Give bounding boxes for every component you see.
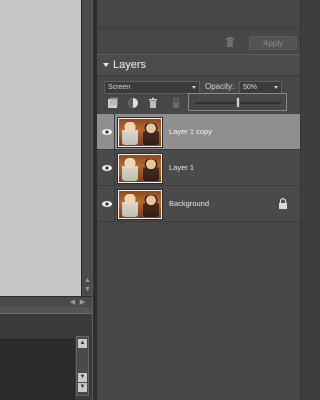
blend-mode-value: Screen — [108, 84, 131, 91]
eye-icon[interactable] — [101, 199, 113, 209]
project-bin-scrollbar[interactable]: ▲ ▼ ▼ — [76, 336, 89, 396]
trash-icon[interactable] — [224, 36, 236, 48]
scroll-down-arrow-icon[interactable]: ▼ — [83, 285, 92, 294]
opacity-slider[interactable] — [188, 93, 287, 111]
lock-icon — [279, 198, 287, 209]
divider — [97, 27, 305, 28]
delete-layer-icon[interactable] — [147, 97, 159, 109]
scroll-right-arrow-icon[interactable]: ▶ — [78, 298, 87, 307]
layers-panel-header[interactable]: Layers — [97, 54, 305, 76]
layer-list-empty-area — [97, 225, 305, 400]
scroll-up-arrow-icon[interactable]: ▲ — [83, 276, 92, 285]
collapse-triangle-icon[interactable] — [103, 63, 109, 67]
layer-thumbnail[interactable] — [117, 189, 163, 220]
layer-name[interactable]: Background — [169, 199, 209, 208]
eye-icon[interactable] — [101, 163, 113, 173]
project-bin-content — [0, 339, 75, 400]
divider — [114, 186, 115, 222]
chevron-down-icon — [274, 86, 278, 89]
divider — [114, 150, 115, 186]
scroll-left-arrow-icon[interactable]: ◀ — [68, 298, 77, 307]
bin-scroll-down-icon[interactable]: ▼ — [78, 373, 87, 382]
adjustment-layer-icon[interactable] — [127, 97, 139, 109]
divider — [114, 114, 115, 150]
canvas-horizontal-scrollbar[interactable]: ◀ ▶ — [0, 296, 92, 307]
opacity-label: Opacity: — [205, 82, 235, 91]
document-canvas[interactable] — [0, 0, 81, 296]
lock-transparency-icon[interactable] — [170, 97, 182, 109]
layer-row[interactable]: Layer 1 — [97, 150, 305, 186]
new-layer-icon[interactable] — [107, 97, 119, 109]
opacity-value: 50% — [243, 84, 258, 91]
layer-thumbnail[interactable] — [117, 117, 163, 148]
canvas-vertical-scrollbar[interactable]: ▲ ▼ — [81, 0, 92, 296]
layer-row[interactable]: Background — [97, 186, 305, 222]
panel-scrollbar[interactable] — [300, 0, 305, 400]
apply-button[interactable]: Apply — [249, 36, 297, 50]
blend-mode-select[interactable]: Screen — [104, 81, 200, 94]
layer-name[interactable]: Layer 1 copy — [169, 127, 212, 136]
bin-scroll-end-icon[interactable]: ▼ — [78, 383, 87, 392]
effects-panel-footer: Apply — [97, 0, 305, 52]
eye-icon[interactable] — [101, 127, 113, 137]
panel-bin: Apply Layers Screen Opacity: 50% Layer 1… — [97, 0, 305, 400]
layer-thumbnail[interactable] — [117, 153, 163, 184]
layer-row[interactable]: Layer 1 copy — [97, 114, 305, 150]
layer-name[interactable]: Layer 1 — [169, 163, 194, 172]
layer-list: Layer 1 copy Layer 1 Background — [97, 114, 305, 222]
chevron-down-icon — [192, 86, 196, 89]
layers-panel-title: Layers — [113, 59, 147, 71]
bin-scroll-up-icon[interactable]: ▲ — [78, 339, 87, 348]
opacity-slider-thumb[interactable] — [236, 97, 240, 108]
